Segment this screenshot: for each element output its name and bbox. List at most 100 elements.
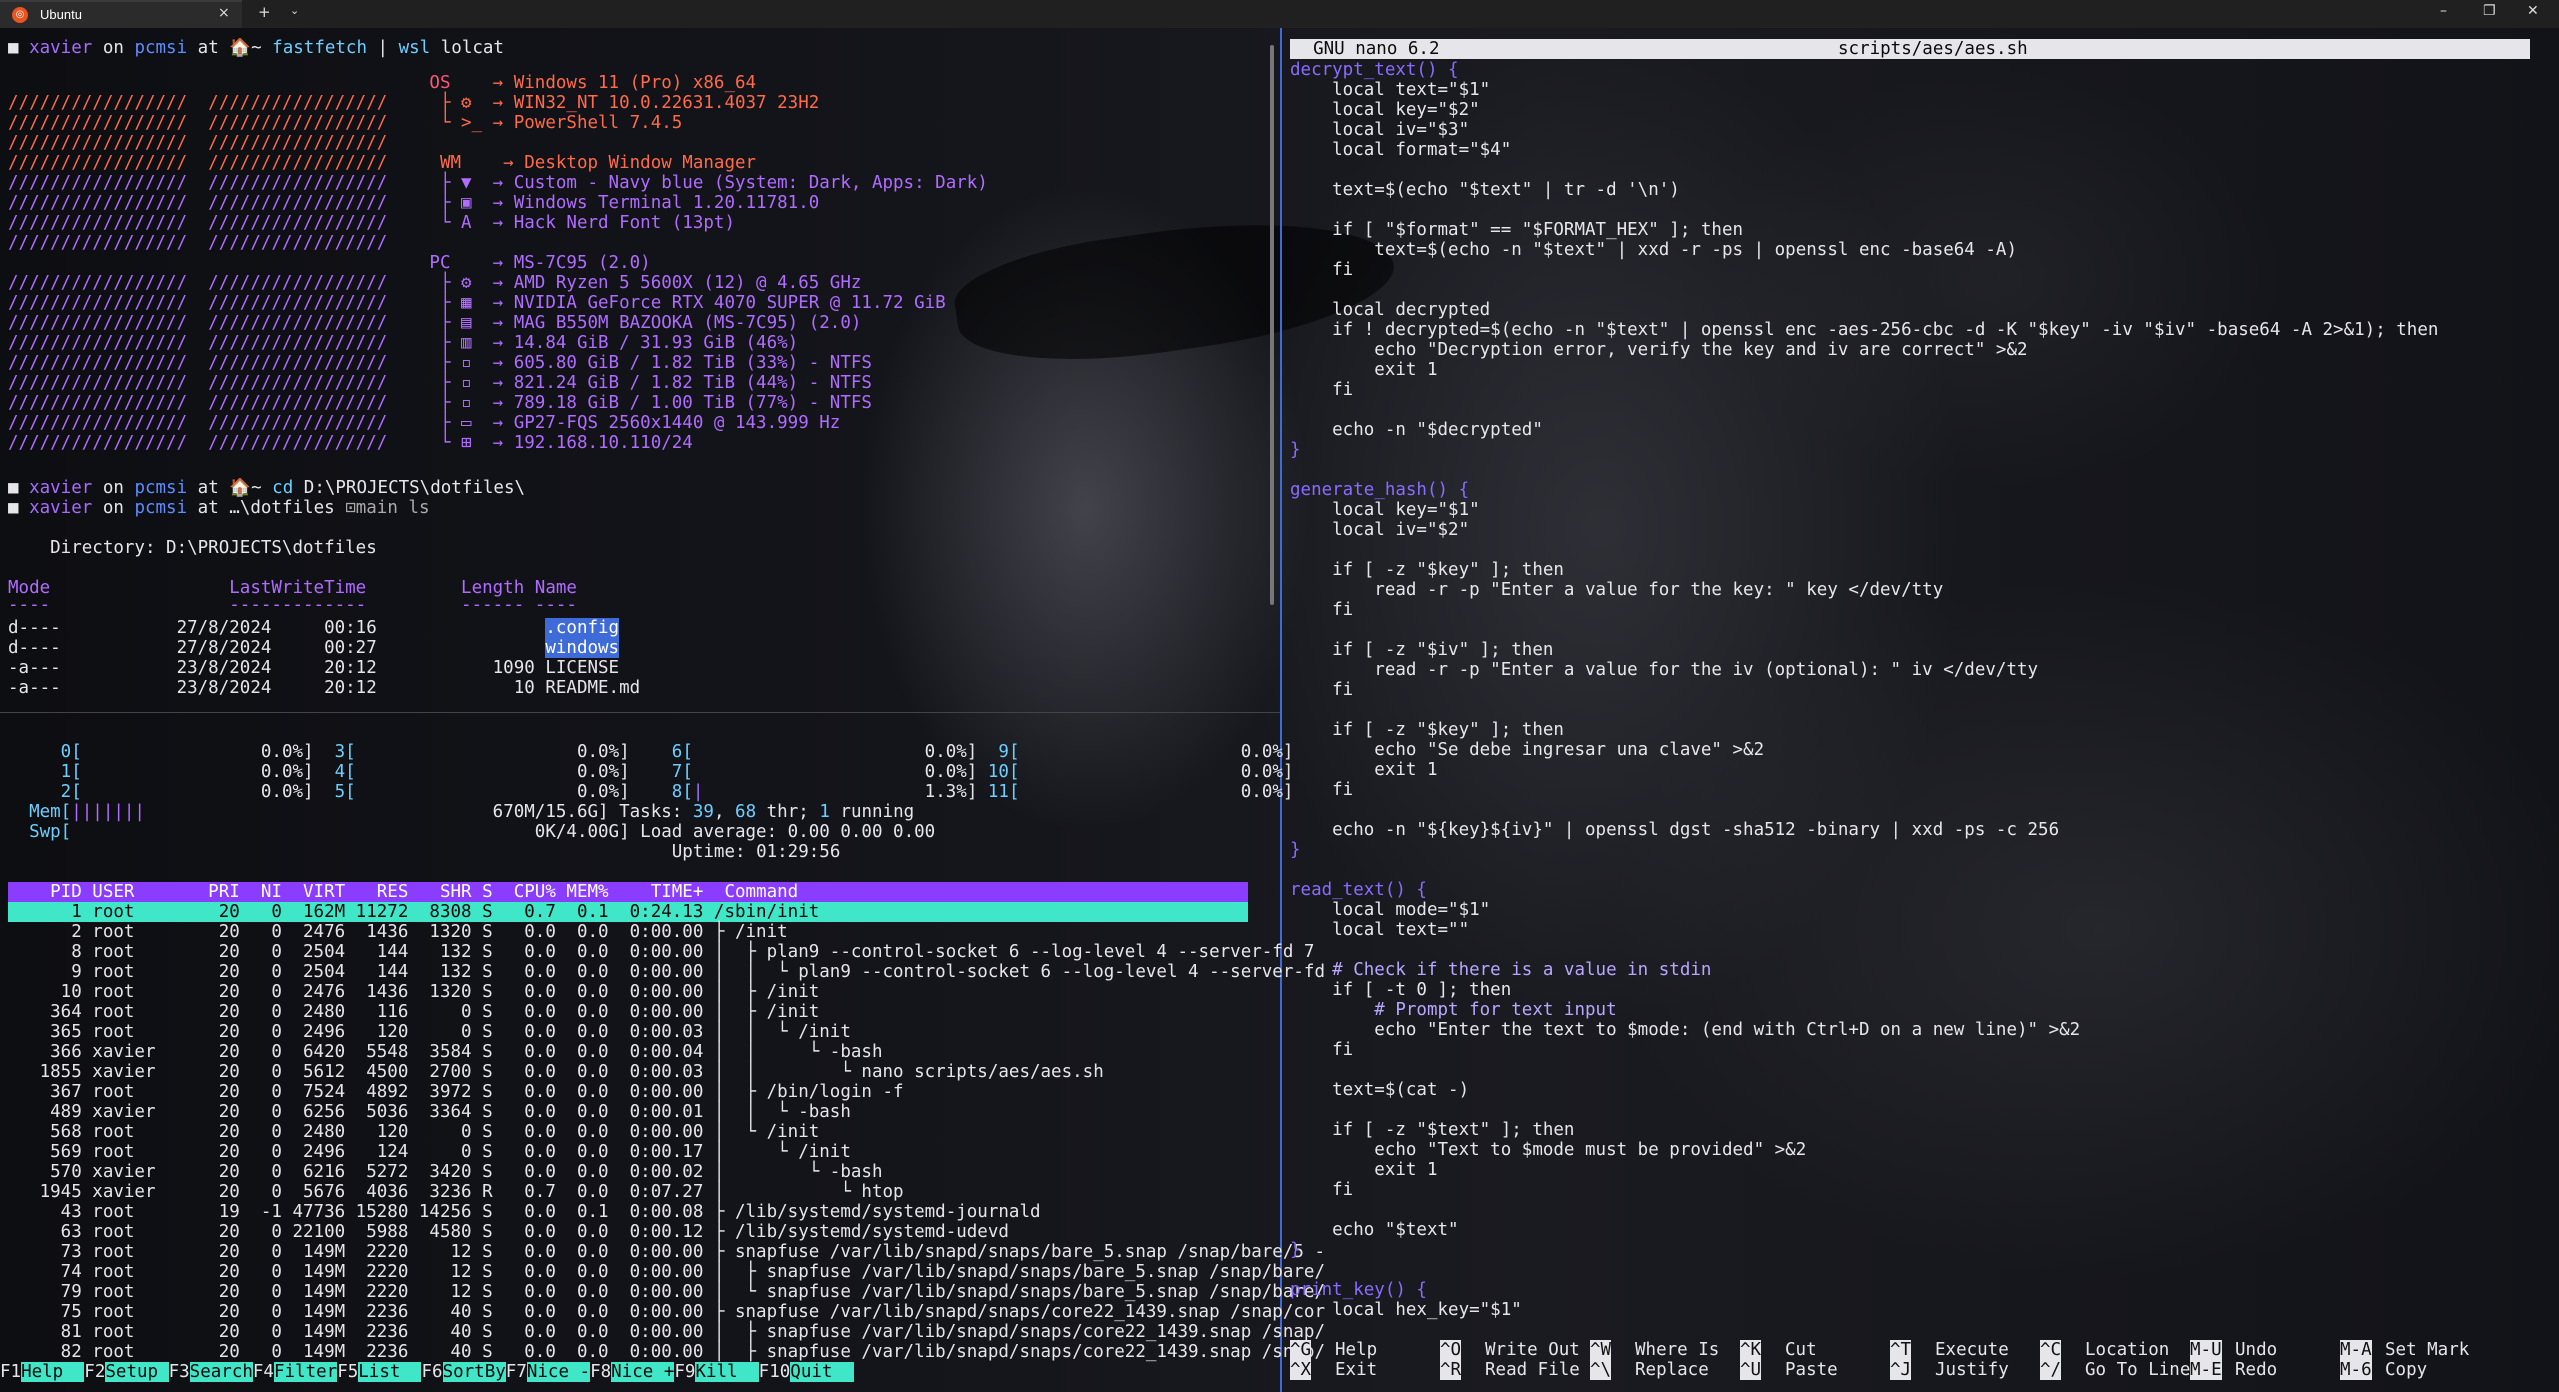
maximize-icon[interactable]: ❐ xyxy=(2483,3,2496,19)
htop-process-row[interactable]: 8 root 20 0 2504 144 132 S 0.0 0.0 0:00.… xyxy=(8,942,1314,962)
nano-shortcut-label[interactable]: Cut xyxy=(1785,1340,1817,1360)
nano-shortcut-key[interactable]: ^O xyxy=(1440,1340,1462,1360)
htop-process-row[interactable]: 63 root 20 0 22100 5988 4580 S 0.0 0.0 0… xyxy=(8,1222,1009,1242)
htop-process-row[interactable]: 43 root 19 -1 47736 15280 14256 S 0.0 0.… xyxy=(8,1202,1041,1222)
nano-code-line[interactable]: echo -n "$decrypted" xyxy=(1290,420,1543,440)
nano-shortcut-label[interactable]: Exit xyxy=(1335,1360,1377,1380)
nano-code-line[interactable]: if [ "$format" == "$FORMAT_HEX" ]; then xyxy=(1290,220,1743,240)
nano-shortcut-key[interactable]: ^T xyxy=(1890,1340,1912,1360)
nano-code-line[interactable]: local decrypted xyxy=(1290,300,1490,320)
nano-shortcut-label[interactable]: Copy xyxy=(2385,1360,2427,1380)
nano-shortcut-key[interactable]: ^/ xyxy=(2040,1360,2062,1380)
fkey-f8[interactable]: F8 xyxy=(590,1362,611,1382)
nano-code-line[interactable]: local hex_key="$1" xyxy=(1290,1300,1522,1320)
nano-code-line[interactable]: read -r -p "Enter a value for the key: "… xyxy=(1290,580,1943,600)
nano-shortcut-key[interactable]: ^J xyxy=(1890,1360,1912,1380)
htop-process-row[interactable]: 489 xavier 20 0 6256 5036 3364 S 0.0 0.0… xyxy=(8,1102,851,1122)
htop-process-row[interactable]: 74 root 20 0 149M 2220 12 S 0.0 0.0 0:00… xyxy=(8,1262,1325,1282)
nano-shortcut-label[interactable]: Read File xyxy=(1485,1360,1580,1380)
nano-shortcut-label[interactable]: Go To Line xyxy=(2085,1360,2190,1380)
tab-close-icon[interactable]: × xyxy=(218,5,230,21)
htop-process-row[interactable]: 366 xavier 20 0 6420 5548 3584 S 0.0 0.0… xyxy=(8,1042,882,1062)
nano-shortcut-key[interactable]: ^W xyxy=(1590,1340,1612,1360)
nano-code-line[interactable]: } xyxy=(1290,840,1301,860)
htop-process-row[interactable]: 1855 xavier 20 0 5612 4500 2700 S 0.0 0.… xyxy=(8,1062,1104,1082)
nano-shortcut-key[interactable]: ^G xyxy=(1290,1340,1312,1360)
nano-code-line[interactable]: exit 1 xyxy=(1290,760,1437,780)
nano-code-line[interactable]: local format="$4" xyxy=(1290,140,1511,160)
nano-shortcut-label[interactable]: Write Out xyxy=(1485,1340,1580,1360)
nano-code-line[interactable]: if ! decrypted=$(echo -n "$text" | opens… xyxy=(1290,320,2438,340)
nano-code-line[interactable]: fi xyxy=(1290,680,1353,700)
fkey-f5[interactable]: F5 xyxy=(337,1362,358,1382)
nano-shortcut-key[interactable]: ^X xyxy=(1290,1360,1312,1380)
htop-process-row[interactable]: 570 xavier 20 0 6216 5272 3420 S 0.0 0.0… xyxy=(8,1162,882,1182)
nano-code-line[interactable]: read -r -p "Enter a value for the iv (op… xyxy=(1290,660,2038,680)
minimize-icon[interactable]: – xyxy=(2440,3,2447,19)
htop-process-row[interactable]: 1 root 20 0 162M 11272 8308 S 0.7 0.1 0:… xyxy=(8,902,819,922)
nano-code-line[interactable]: fi xyxy=(1290,380,1353,400)
fkey-f4[interactable]: F4 xyxy=(253,1362,274,1382)
fkey-f2[interactable]: F2 xyxy=(84,1362,105,1382)
htop-process-row[interactable]: 75 root 20 0 149M 2236 40 S 0.0 0.0 0:00… xyxy=(8,1302,1325,1322)
nano-shortcut-key[interactable]: ^U xyxy=(1740,1360,1762,1380)
fkey-label[interactable]: Quit xyxy=(790,1362,854,1382)
htop-process-row[interactable]: 365 root 20 0 2496 120 0 S 0.0 0.0 0:00.… xyxy=(8,1022,851,1042)
fkey-label[interactable]: Nice + xyxy=(611,1362,675,1382)
nano-shortcut-label[interactable]: Paste xyxy=(1785,1360,1838,1380)
nano-code-line[interactable]: local key="$1" xyxy=(1290,500,1480,520)
nano-code-line[interactable]: read_text() { xyxy=(1290,880,1427,900)
nano-code-line[interactable]: decrypt_text() { xyxy=(1290,60,1459,80)
htop-process-row[interactable]: 81 root 20 0 149M 2236 40 S 0.0 0.0 0:00… xyxy=(8,1322,1325,1342)
nano-code-line[interactable]: if [ -z "$iv" ]; then xyxy=(1290,640,1553,660)
nano-code-line[interactable]: echo -n "${key}${iv}" | openssl dgst -sh… xyxy=(1290,820,2059,840)
fkey-f9[interactable]: F9 xyxy=(674,1362,695,1382)
nano-code-line[interactable]: local iv="$3" xyxy=(1290,120,1469,140)
nano-shortcut-label[interactable]: Undo xyxy=(2235,1340,2277,1360)
nano-shortcut-key[interactable]: ^\ xyxy=(1590,1360,1612,1380)
fkey-label[interactable]: Help xyxy=(21,1362,85,1382)
fkey-label[interactable]: Filter xyxy=(273,1362,338,1382)
tab-dropdown-icon[interactable]: ⌄ xyxy=(290,4,299,17)
nano-code-line[interactable]: echo "Enter the text to $mode: (end with… xyxy=(1290,1020,2080,1040)
nano-code-line[interactable]: local text="" xyxy=(1290,920,1469,940)
fkey-label[interactable]: Search xyxy=(189,1362,253,1382)
htop-process-row[interactable]: 82 root 20 0 149M 2236 40 S 0.0 0.0 0:00… xyxy=(8,1342,1325,1362)
nano-code-line[interactable]: local text="$1" xyxy=(1290,80,1490,100)
nano-code-line[interactable]: local key="$2" xyxy=(1290,100,1480,120)
nano-code-line[interactable]: echo "$text" xyxy=(1290,1220,1458,1240)
nano-code-line[interactable]: fi xyxy=(1290,1040,1353,1060)
new-tab-icon[interactable]: + xyxy=(258,3,271,21)
htop-process-row[interactable]: 367 root 20 0 7524 4892 3972 S 0.0 0.0 0… xyxy=(8,1082,903,1102)
htop-process-row[interactable]: 79 root 20 0 149M 2220 12 S 0.0 0.0 0:00… xyxy=(8,1282,1325,1302)
nano-code-line[interactable]: print_key() { xyxy=(1290,1280,1427,1300)
nano-shortcut-label[interactable]: Where Is xyxy=(1635,1340,1719,1360)
nano-shortcut-label[interactable]: Justify xyxy=(1935,1360,2009,1380)
nano-code-line[interactable]: fi xyxy=(1290,600,1353,620)
htop-process-row[interactable]: 364 root 20 0 2480 116 0 S 0.0 0.0 0:00.… xyxy=(8,1002,819,1022)
nano-code-line[interactable]: if [ -z "$text" ]; then xyxy=(1290,1120,1574,1140)
fkey-label[interactable]: Nice - xyxy=(526,1362,591,1382)
fkey-label[interactable]: Setup xyxy=(105,1362,169,1382)
pane-divider[interactable] xyxy=(1280,28,1282,1392)
fkey-f10[interactable]: F10 xyxy=(759,1362,791,1382)
nano-code-line[interactable]: echo "Decryption error, verify the key a… xyxy=(1290,340,2027,360)
nano-shortcut-label[interactable]: Redo xyxy=(2235,1360,2277,1380)
nano-code-line[interactable]: } xyxy=(1290,1240,1301,1260)
fkey-label[interactable]: SortBy xyxy=(442,1362,506,1382)
nano-code-line[interactable]: # Prompt for text input xyxy=(1290,1000,1616,1020)
tab-ubuntu[interactable]: ◎ Ubuntu × xyxy=(0,0,242,28)
nano-shortcut-label[interactable]: Set Mark xyxy=(2385,1340,2469,1360)
nano-code-line[interactable]: echo "Text to $mode must be provided" >&… xyxy=(1290,1140,1806,1160)
nano-shortcut-key[interactable]: M-6 xyxy=(2340,1360,2372,1380)
htop-process-row[interactable]: 569 root 20 0 2496 124 0 S 0.0 0.0 0:00.… xyxy=(8,1142,851,1162)
nano-code-line[interactable]: local iv="$2" xyxy=(1290,520,1469,540)
fkey-f1[interactable]: F1 xyxy=(0,1362,21,1382)
fkey-label[interactable]: Kill xyxy=(695,1362,759,1382)
htop-process-row[interactable]: 73 root 20 0 149M 2220 12 S 0.0 0.0 0:00… xyxy=(8,1242,1325,1262)
nano-shortcut-key[interactable]: M-A xyxy=(2340,1340,2372,1360)
htop-process-row[interactable]: 1945 xavier 20 0 5676 4036 3236 R 0.7 0.… xyxy=(8,1182,904,1202)
nano-shortcut-key[interactable]: M-E xyxy=(2190,1360,2222,1380)
htop-process-row[interactable]: 2 root 20 0 2476 1436 1320 S 0.0 0.0 0:0… xyxy=(8,922,787,942)
fkey-label[interactable]: List xyxy=(358,1362,422,1382)
